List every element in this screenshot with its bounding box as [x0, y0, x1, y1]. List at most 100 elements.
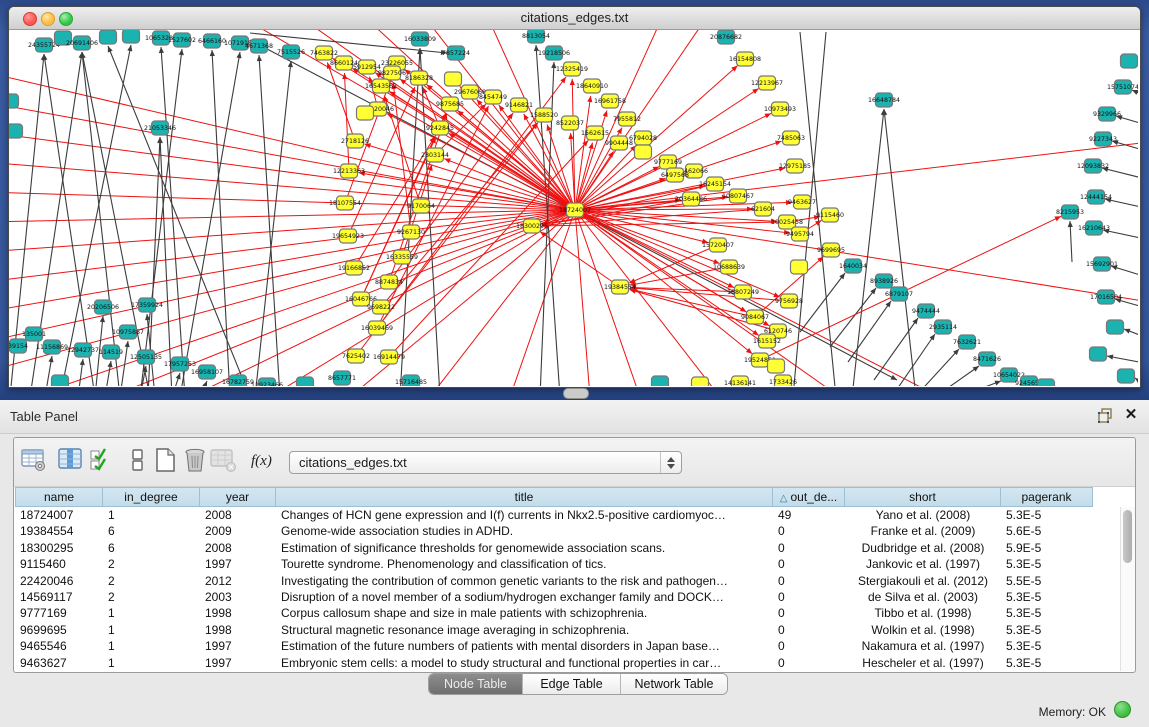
- close-icon[interactable]: ✕: [1123, 406, 1139, 424]
- column-header-out-de-[interactable]: △out_de...: [773, 487, 845, 507]
- graph-node-label: 1562615: [581, 130, 609, 137]
- graph-node[interactable]: [791, 260, 808, 274]
- table-row[interactable]: 969969511998Structural magnetic resonanc…: [15, 622, 1093, 638]
- graph-node-label: 5912954: [353, 64, 381, 71]
- table-row[interactable]: 946362711997Embryonic stem cells: a mode…: [15, 655, 1093, 671]
- table-cell: 2: [103, 556, 200, 572]
- function-icon[interactable]: f(x): [251, 453, 281, 481]
- graph-node[interactable]: [100, 30, 117, 44]
- table-cell: 2: [103, 589, 200, 605]
- graph-node-label: 8813054: [522, 33, 550, 40]
- table-select-dropdown[interactable]: citations_edges.txt: [289, 451, 682, 474]
- graph-node[interactable]: [123, 30, 140, 43]
- graph-node[interactable]: [52, 375, 69, 386]
- tab-node-table[interactable]: Node Table: [429, 674, 523, 694]
- table-cell: 5.3E-5: [1001, 622, 1093, 638]
- table-toolbar: f(x) citations_edges.txt: [14, 438, 1135, 487]
- graph-node-label: 16335559: [386, 254, 418, 261]
- graph-node[interactable]: [1118, 369, 1135, 383]
- table-settings-icon[interactable]: [21, 447, 47, 475]
- table-cell: 2009: [200, 523, 276, 539]
- table-row[interactable]: 2242004622012Investigating the contribut…: [15, 573, 1093, 589]
- graph-node[interactable]: [692, 377, 709, 386]
- table-cell: 5.3E-5: [1001, 556, 1093, 572]
- graph-node[interactable]: [357, 106, 374, 120]
- graph-node-label: 11156869: [36, 344, 68, 351]
- graph-node-label: 8186328: [405, 75, 433, 82]
- table-row[interactable]: 1456911722003Disruption of a novel membe…: [15, 589, 1093, 605]
- rows-icon[interactable]: [126, 447, 152, 475]
- graph-node-label: 18300295: [516, 223, 548, 230]
- graph-node-label: 9827506: [378, 70, 406, 77]
- graph-node[interactable]: [9, 124, 23, 138]
- graph-node[interactable]: [635, 145, 652, 159]
- table-cell: 5.3E-5: [1001, 655, 1093, 671]
- graph-node-label: 12213967: [751, 80, 783, 87]
- graph-node[interactable]: [445, 72, 462, 86]
- graph-node-label: 19384554: [604, 284, 636, 291]
- graph-node-label: 8471626: [973, 356, 1001, 363]
- column-header-year[interactable]: year: [200, 487, 276, 507]
- tab-network-table[interactable]: Network Table: [621, 674, 727, 694]
- table-cell: 2008: [200, 507, 276, 523]
- column-header-in-degree[interactable]: in_degree: [103, 487, 200, 507]
- memory-status-label: Memory: OK: [1039, 705, 1106, 719]
- vertical-scrollbar[interactable]: [1120, 507, 1135, 671]
- graph-node[interactable]: [1121, 54, 1138, 68]
- graph-node-label: 15716485: [395, 379, 427, 386]
- graph-node-label: 6497568: [661, 172, 689, 179]
- network-window-titlebar[interactable]: citations_edges.txt: [9, 7, 1140, 30]
- table-column-icon[interactable]: [58, 447, 84, 475]
- citation-network-graph[interactable]: 2435572420691406106532871527602646616010…: [9, 30, 1138, 386]
- memory-ok-icon[interactable]: [1114, 701, 1131, 718]
- graph-node[interactable]: [1107, 320, 1124, 334]
- graph-node-label: 9698222: [367, 304, 395, 311]
- select-all-icon[interactable]: [89, 447, 115, 475]
- column-header-title[interactable]: title: [276, 487, 773, 507]
- table-cell: 2: [103, 573, 200, 589]
- splitter-handle[interactable]: [563, 388, 589, 399]
- graph-node-label: 12975185: [779, 163, 811, 170]
- sort-ascending-icon: △: [780, 493, 788, 504]
- graph-node[interactable]: [297, 377, 314, 386]
- column-header-name[interactable]: name: [15, 487, 103, 507]
- table-panel-body: f(x) citations_edges.txt namein_degreeye…: [13, 437, 1136, 673]
- graph-node-label: 9115460: [816, 212, 844, 219]
- graph-node-label: 9084067: [741, 314, 769, 321]
- table-cell: 0: [773, 556, 845, 572]
- table-row[interactable]: 911546021997Tourette syndrome. Phenomeno…: [15, 556, 1093, 572]
- graph-node-label: 114519: [99, 349, 123, 356]
- float-window-icon[interactable]: [1097, 407, 1115, 425]
- scrollbar-thumb[interactable]: [1123, 510, 1132, 563]
- table-row[interactable]: 1938455462009Genome-wide association stu…: [15, 523, 1093, 539]
- graph-node[interactable]: [1090, 347, 1107, 361]
- table-cell: Jankovic et al. (1997): [845, 556, 1001, 572]
- graph-node-label: 12213363: [333, 168, 365, 175]
- graph-node-label: 20876682: [710, 34, 742, 41]
- network-canvas[interactable]: 2435572420691406106532871527602646616010…: [9, 30, 1138, 386]
- table-row[interactable]: 946554611997Estimation of the future num…: [15, 638, 1093, 654]
- table-cell: 9465546: [15, 638, 103, 654]
- graph-node[interactable]: [1038, 379, 1055, 386]
- graph-node-label: 8454749: [479, 94, 507, 101]
- table-cell: 1997: [200, 556, 276, 572]
- graph-node-label: 16039469: [361, 325, 393, 332]
- table-row[interactable]: 1830029562008Estimation of significance …: [15, 540, 1093, 556]
- graph-node[interactable]: [652, 376, 669, 386]
- column-header-short[interactable]: short: [845, 487, 1001, 507]
- graph-node[interactable]: [768, 359, 785, 373]
- graph-node-label: 6466160: [198, 38, 226, 45]
- graph-node-label: 9146821: [505, 102, 533, 109]
- column-header-pagerank[interactable]: pagerank: [1001, 487, 1093, 507]
- graph-node[interactable]: [9, 94, 19, 108]
- table-cell: 18724007: [15, 507, 103, 523]
- table-panel: Table Panel ✕: [0, 400, 1149, 727]
- graph-node-label: 1733426: [769, 379, 797, 386]
- tab-edge-table[interactable]: Edge Table: [523, 674, 621, 694]
- table-cell: 9777169: [15, 605, 103, 621]
- new-document-icon[interactable]: [153, 447, 179, 475]
- table-row[interactable]: 1872400712008Changes of HCN gene express…: [15, 507, 1093, 523]
- table-row[interactable]: 977716911998Corpus callosum shape and si…: [15, 605, 1093, 621]
- delete-icon[interactable]: [182, 447, 208, 475]
- graph-node-label: 7485063: [777, 135, 805, 142]
